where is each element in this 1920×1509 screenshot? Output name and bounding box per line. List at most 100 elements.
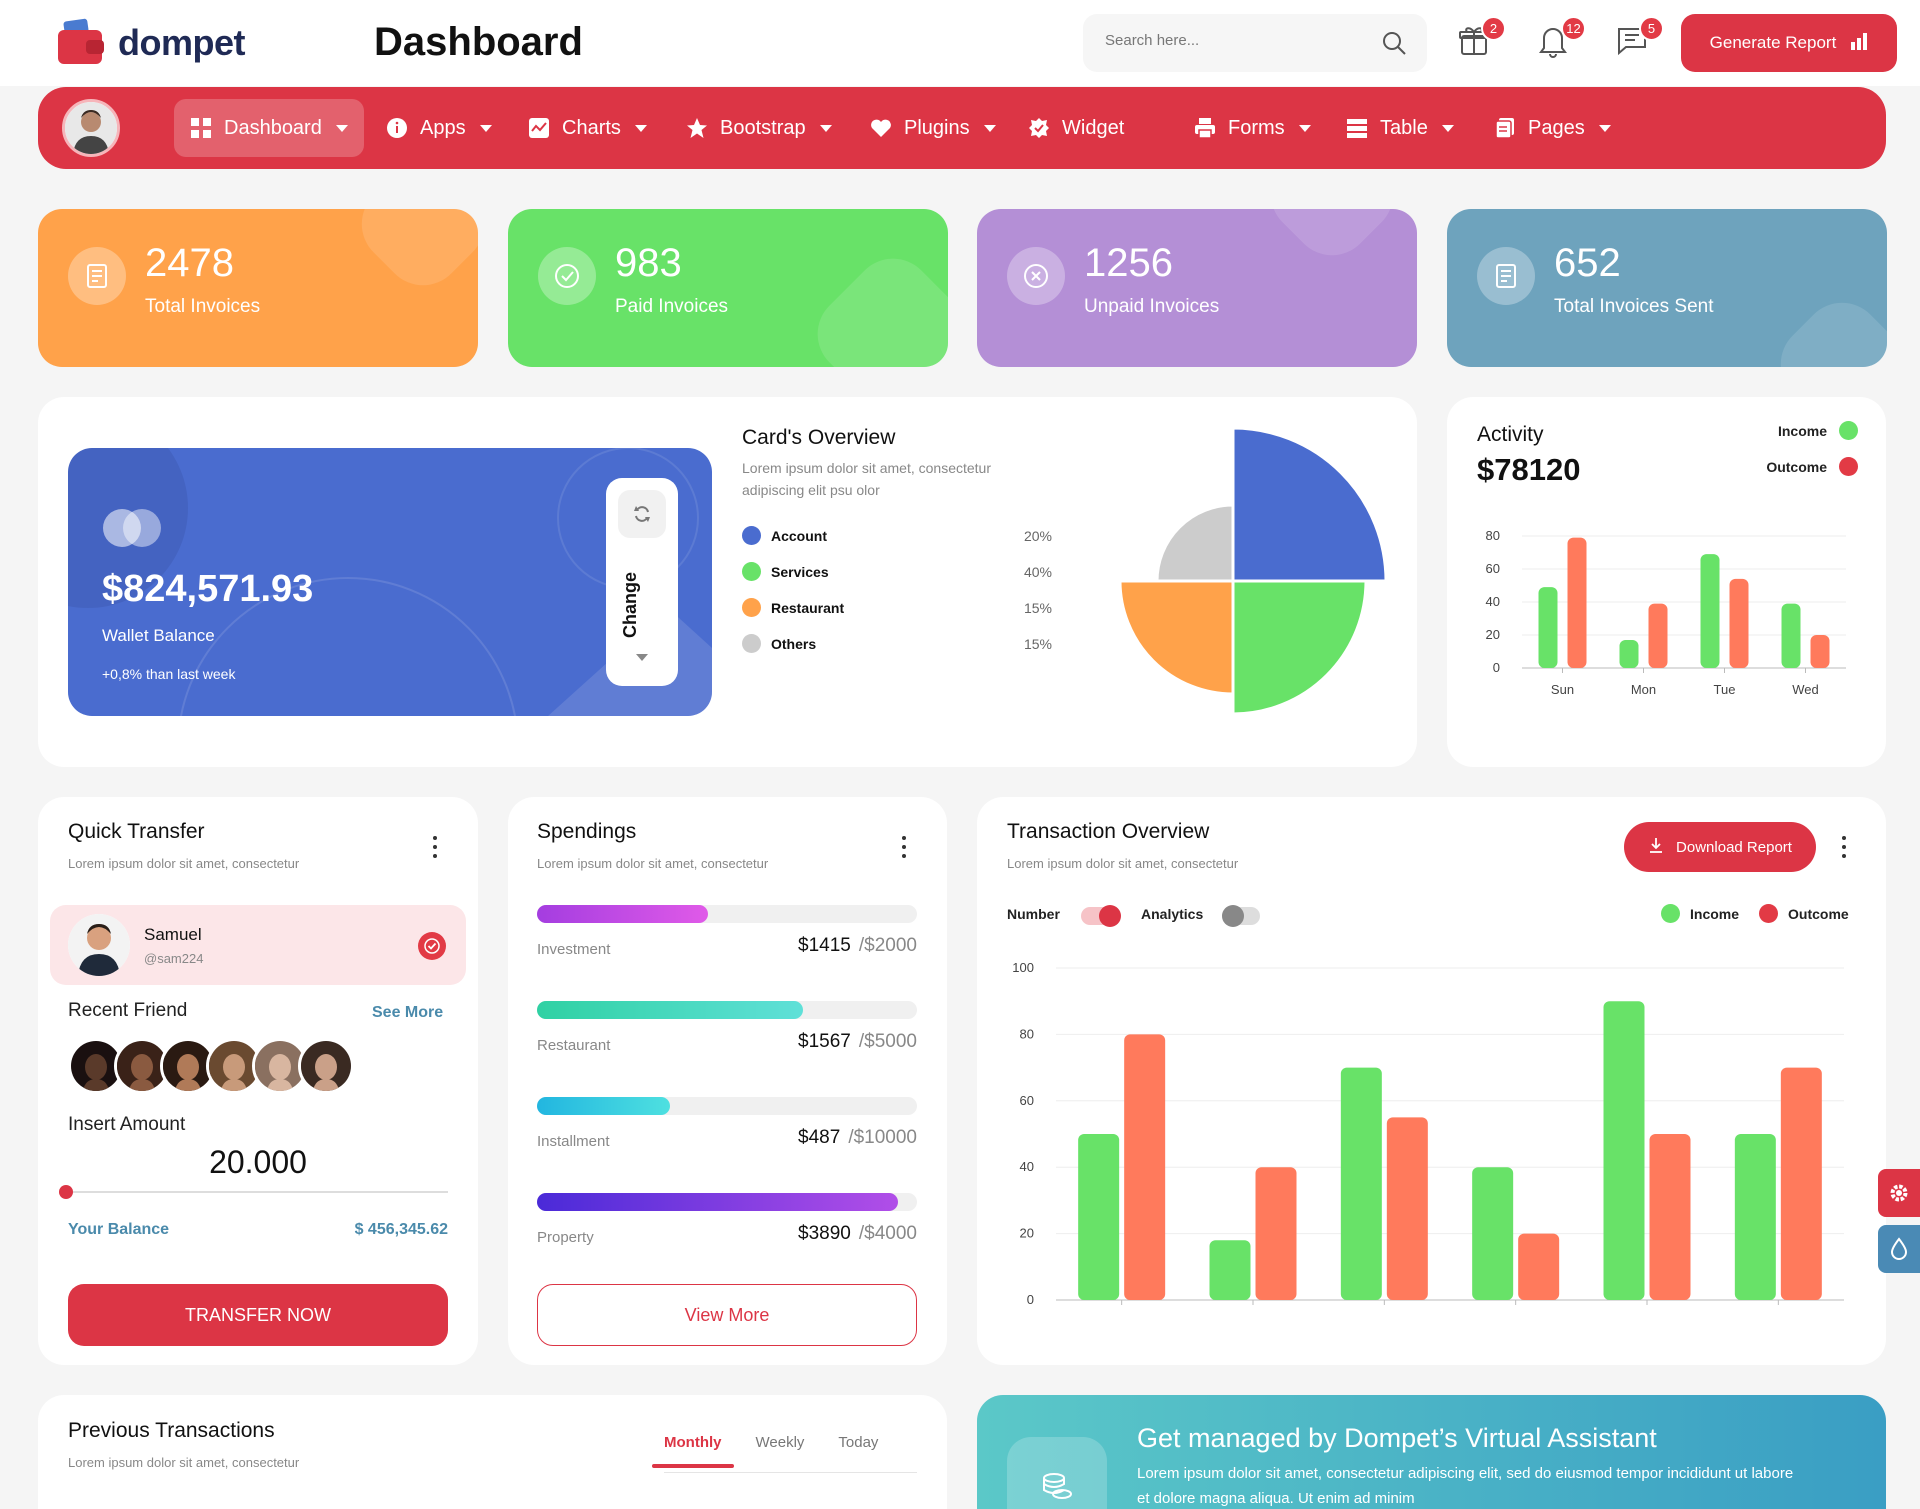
bar-income-fri[interactable] [1734,1134,1776,1300]
wallet-balance: $824,571.93 [102,568,314,610]
nav-item-apps[interactable]: Apps [370,99,508,157]
analytics-toggle[interactable] [1222,905,1260,927]
bar-outcome-fri[interactable] [1780,1067,1822,1300]
avatar[interactable] [62,99,120,157]
change-button[interactable]: Change [606,478,678,686]
search-icon[interactable] [1381,30,1407,61]
nav-item-charts[interactable]: Charts [512,99,663,157]
tx-legend-outcome-label: Outcome [1788,905,1849,922]
caret-down-icon [1598,124,1611,132]
legend-label: Services [771,563,829,580]
y-tick-label: 20 [1020,1226,1034,1241]
logo[interactable]: dompet [56,18,246,68]
bar-outcome-tue[interactable] [1729,578,1749,668]
invoice-icon [68,247,126,305]
nav-item-widget[interactable]: Widget [1012,99,1140,157]
bar-outcome-sun[interactable] [1567,537,1587,668]
user-name: Samuel [144,925,202,944]
download-report-button[interactable]: Download Report [1624,822,1816,872]
bar-income-sun[interactable] [1078,1134,1120,1300]
transaction-menu-icon[interactable] [1841,836,1847,858]
slider-handle[interactable] [59,1185,73,1199]
quick-transfer-menu-icon[interactable] [432,836,438,858]
view-more-button[interactable]: View More [537,1284,917,1346]
stat-card[interactable]: 2478 Total Invoices [38,209,478,367]
friend-avatar[interactable] [298,1038,354,1094]
overview-legend-row: Restaurant 15% [742,598,1052,617]
analytics-label: Analytics [1141,906,1204,922]
number-toggle[interactable] [1081,905,1121,927]
bar-outcome-tue[interactable] [1386,1117,1428,1300]
amount-value[interactable]: 20.000 [68,1144,448,1181]
chat-icon[interactable]: 5 [1616,16,1664,64]
pie-slice-others[interactable] [1155,503,1235,583]
user-handle: @sam224 [144,951,204,966]
x-circle-icon [1007,247,1065,305]
pie-slice-services[interactable] [1231,579,1368,716]
bell-icon[interactable]: 12 [1538,16,1586,64]
nav-item-forms[interactable]: Forms [1178,99,1327,157]
bar-income-mon[interactable] [1209,1240,1251,1300]
bar-outcome-sun[interactable] [1124,1034,1166,1300]
settings-gear-icon[interactable] [1878,1169,1920,1217]
pie-slice-account[interactable] [1231,426,1388,583]
previous-transactions-card [38,1395,947,1509]
gift-icon[interactable]: 2 [1458,16,1506,64]
assistant-text-2: et dolore magna aliqua. Ut enim ad minim [1137,1490,1415,1507]
legend-dot [742,634,761,653]
legend-label: Others [771,635,817,652]
stat-label: Unpaid Invoices [1084,296,1220,317]
activity-bar-chart: 0 20 40 60 80 Sun Mon Tue Wed [1486,528,1846,697]
nav-item-pages[interactable]: Pages [1478,99,1627,157]
nav-item-bootstrap[interactable]: Bootstrap [670,99,848,157]
bar-income-wed[interactable] [1781,603,1801,668]
spendings-menu-icon[interactable] [901,836,907,858]
nav-item-label: Plugins [904,116,970,139]
selected-user[interactable]: Samuel @sam224 [50,905,466,985]
bar-income-tue[interactable] [1340,1067,1382,1300]
tab-weekly[interactable]: Weekly [756,1434,805,1451]
see-more-link[interactable]: See More [372,1004,443,1022]
bar-outcome-wed[interactable] [1518,1233,1560,1300]
bar-outcome-mon[interactable] [1255,1167,1297,1300]
invoice-icon [1477,247,1535,305]
spending-value: $1567 [798,1031,851,1052]
stat-card[interactable]: 1256 Unpaid Invoices [977,209,1417,367]
tab-today[interactable]: Today [838,1434,878,1451]
bar-income-tue[interactable] [1700,554,1720,668]
nav-item-table[interactable]: Table [1330,99,1470,157]
cards-overview-subtitle-1: Lorem ipsum dolor sit amet, consectetur [742,460,991,476]
stat-value: 1256 [1084,241,1173,285]
stat-value: 2478 [145,241,234,285]
bar-outcome-mon[interactable] [1648,603,1668,668]
pie-slice-restaurant[interactable] [1118,579,1235,696]
stat-label: Total Invoices [145,296,261,317]
bar-income-thu[interactable] [1603,1001,1645,1300]
check-circle-icon [538,247,596,305]
amount-slider[interactable] [66,1191,448,1193]
theme-droplet-icon[interactable] [1878,1225,1920,1273]
search-input[interactable] [1105,32,1365,49]
quick-transfer-title: Quick Transfer [68,820,205,843]
bar-outcome-thu[interactable] [1649,1134,1691,1300]
transfer-now-button[interactable]: TRANSFER NOW [68,1284,448,1346]
stat-card[interactable]: 983 Paid Invoices [508,209,948,367]
generate-report-button[interactable]: Generate Report [1681,14,1897,72]
bar-income-mon[interactable] [1619,639,1639,668]
caret-down-icon [1298,124,1311,132]
spending-value: $487 [798,1127,841,1148]
quick-transfer-subtitle: Lorem ipsum dolor sit amet, consectetur [68,856,300,871]
gift-badge: 2 [1481,16,1506,41]
transaction-title: Transaction Overview [1007,820,1210,843]
nav-item-dashboard[interactable]: Dashboard [174,99,364,157]
legend-percent: 15% [1023,635,1052,652]
stat-card[interactable]: 652 Total Invoices Sent [1447,209,1887,367]
bar-income-sun[interactable] [1538,587,1558,668]
bar-outcome-wed[interactable] [1810,635,1830,668]
tab-monthly[interactable]: Monthly [652,1434,733,1468]
bar-income-wed[interactable] [1472,1167,1514,1300]
nav-item-plugins[interactable]: Plugins [854,99,1012,157]
stat-value: 652 [1554,241,1621,285]
x-tick-label: Wed [1792,682,1819,697]
activity-legend-income: Income [1740,421,1858,440]
